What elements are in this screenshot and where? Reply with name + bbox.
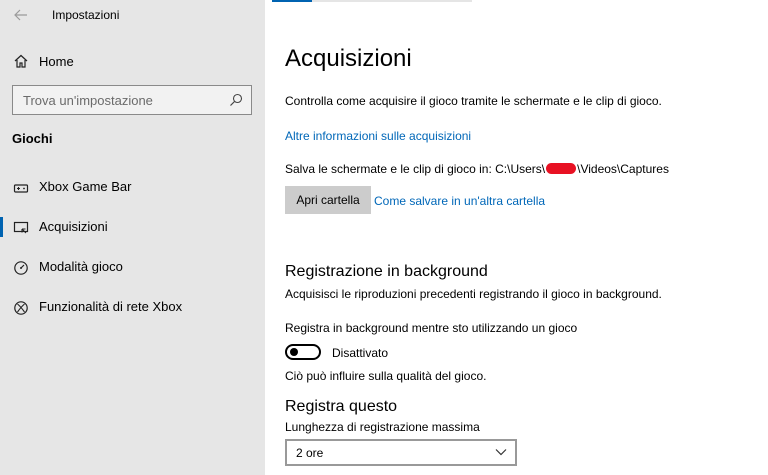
toggle-knob (290, 348, 298, 356)
active-indicator (0, 217, 3, 237)
sidebar-item-label: Modalità gioco (39, 259, 123, 274)
search-input[interactable] (13, 86, 223, 114)
background-recording-description: Acquisisci le riproduzioni precedenti re… (285, 287, 662, 301)
captures-icon (13, 221, 29, 234)
max-length-value: 2 ore (296, 446, 324, 460)
sidebar-item-modalita-gioco[interactable]: Modalità gioco (0, 253, 265, 281)
section-title: Giochi (12, 131, 53, 146)
main-content: Acquisizioni Controlla come acquisire il… (265, 0, 768, 475)
sidebar-item-funzionalita-rete-xbox[interactable]: Funzionalità di rete Xbox (0, 293, 265, 321)
save-path-text: Salva le schermate e le clip di gioco in… (285, 162, 669, 176)
back-button[interactable] (12, 6, 30, 24)
chevron-down-icon (495, 449, 507, 456)
record-this-heading: Registra questo (285, 398, 398, 415)
quality-note: Ciò può influire sulla qualità del gioco… (285, 369, 487, 383)
toggle-state-label: Disattivato (332, 346, 389, 360)
sidebar: Impostazioni Home Giochi Xbox Game Bar A… (0, 0, 265, 475)
game-mode-icon (14, 261, 28, 275)
sidebar-item-xbox-game-bar[interactable]: Xbox Game Bar (0, 173, 265, 201)
background-toggle-caption: Registra in background mentre sto utiliz… (285, 321, 578, 335)
max-length-label: Lunghezza di registrazione massima (285, 420, 480, 434)
save-elsewhere-link[interactable]: Come salvare in un'altra cartella (374, 194, 545, 208)
sidebar-item-label: Xbox Game Bar (39, 179, 132, 194)
sidebar-item-home[interactable]: Home (0, 48, 265, 74)
arrow-left-icon (14, 9, 27, 21)
search-field[interactable] (12, 85, 252, 115)
sidebar-item-acquisizioni[interactable]: Acquisizioni (0, 213, 265, 241)
sidebar-item-label: Funzionalità di rete Xbox (39, 299, 183, 314)
xbox-icon (14, 301, 28, 315)
search-icon (230, 93, 243, 106)
save-path-prefix: Salva le schermate e le clip di gioco in… (285, 162, 546, 176)
background-recording-toggle[interactable] (285, 344, 321, 360)
home-icon (14, 54, 28, 68)
more-info-link[interactable]: Altre informazioni sulle acquisizioni (285, 129, 471, 143)
window-title: Impostazioni (52, 8, 120, 22)
sidebar-item-label: Acquisizioni (39, 219, 108, 234)
open-folder-button[interactable]: Apri cartella (285, 186, 371, 214)
sidebar-item-label: Home (39, 54, 74, 69)
game-bar-icon (13, 184, 29, 193)
page-description: Controlla come acquisire il gioco tramit… (285, 94, 662, 108)
max-length-select[interactable]: 2 ore (285, 439, 517, 466)
title-bar: Impostazioni (0, 0, 265, 30)
redaction-mark (546, 163, 577, 174)
background-recording-heading: Registrazione in background (285, 263, 488, 280)
page-title: Acquisizioni (285, 45, 412, 72)
save-path-suffix: \Videos\Captures (577, 162, 669, 176)
